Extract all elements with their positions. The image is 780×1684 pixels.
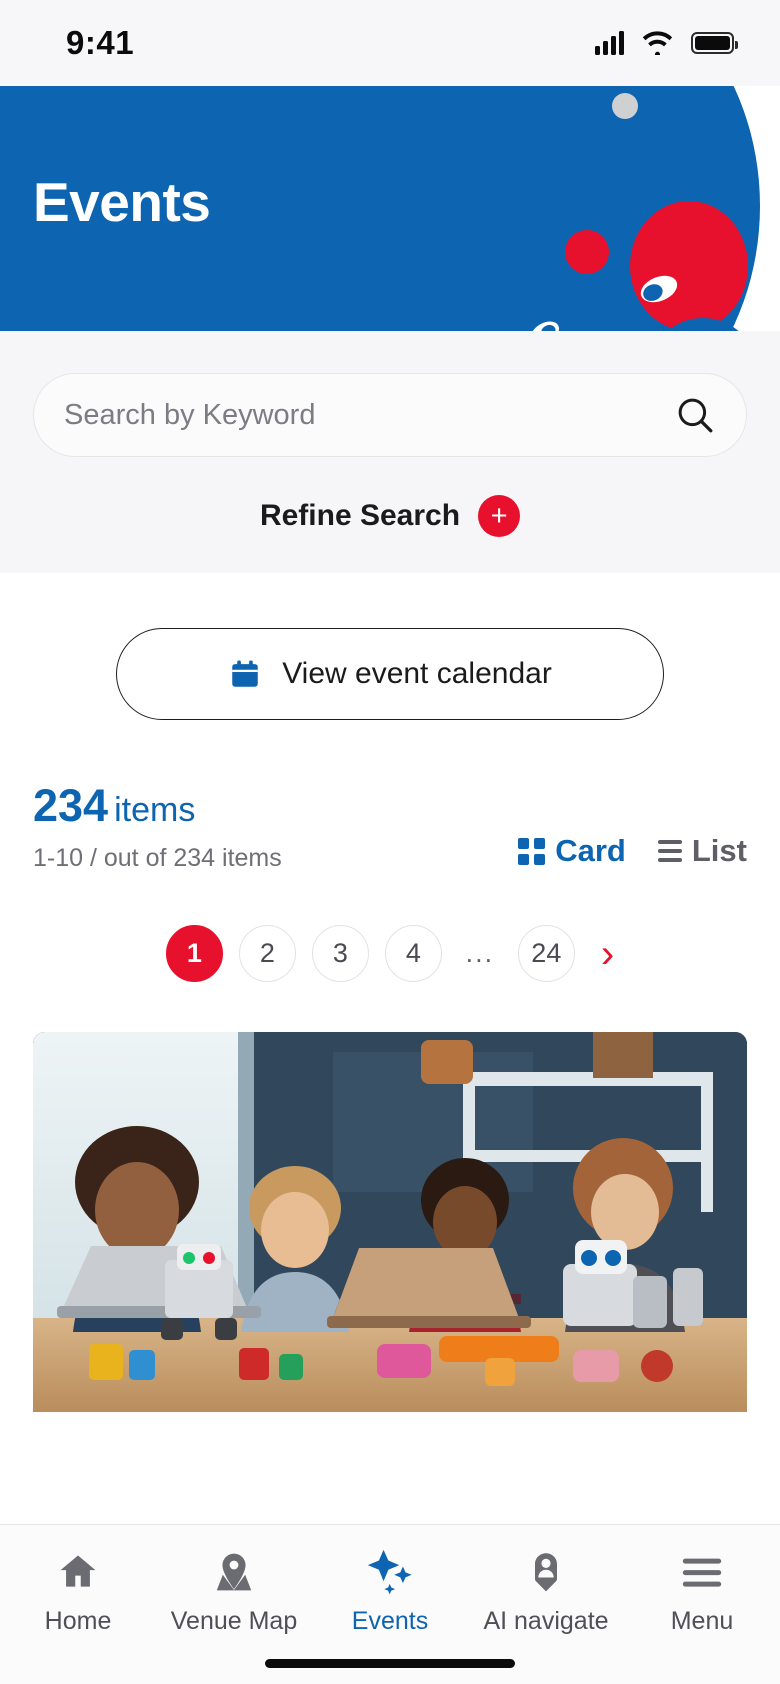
hamburger-menu-icon: [679, 1547, 725, 1597]
battery-icon: [691, 32, 738, 54]
cellular-signal-icon: [595, 31, 624, 55]
home-icon: [56, 1547, 100, 1597]
grid-icon: [518, 837, 546, 865]
main-content: View event calendar 234 items 1-10 / out …: [0, 573, 780, 1684]
decorative-red-dot: [565, 230, 609, 274]
view-event-calendar-label: View event calendar: [282, 657, 552, 690]
refine-search-label: Refine Search: [259, 499, 461, 532]
view-toggle-group: Card List: [518, 833, 747, 873]
pagination-page-1[interactable]: 1: [165, 925, 223, 982]
calendar-icon: [232, 660, 258, 687]
pagination: 1 2 3 4 ... 24 ›: [33, 925, 747, 982]
view-toggle-list-label: List: [691, 833, 747, 868]
person-pin-icon: [524, 1547, 568, 1597]
view-toggle-card-label: Card: [555, 833, 626, 868]
nav-item-home[interactable]: Home: [0, 1547, 156, 1636]
plus-icon[interactable]: +: [478, 495, 521, 537]
view-event-calendar-button[interactable]: View event calendar: [116, 628, 664, 720]
pagination-page-4[interactable]: 4: [384, 925, 442, 982]
pagination-page-24[interactable]: 24: [517, 925, 575, 982]
nav-label-events: Events: [351, 1607, 429, 1635]
nav-label-venue-map: Venue Map: [170, 1607, 298, 1635]
nav-label-ai-navigate: AI navigate: [483, 1607, 609, 1635]
refine-search-button[interactable]: Refine Search +: [33, 495, 747, 537]
wifi-icon: [642, 31, 673, 55]
nav-item-menu[interactable]: Menu: [624, 1547, 780, 1636]
app-screen: 9:41 Events Search by Keyword Refine Sea…: [0, 0, 780, 1684]
home-indicator: [265, 1659, 515, 1668]
nav-item-events[interactable]: Events: [312, 1547, 468, 1636]
nav-item-ai-navigate[interactable]: AI navigate: [468, 1547, 624, 1636]
nav-item-venue-map[interactable]: Venue Map: [156, 1547, 312, 1636]
pagination-page-3[interactable]: 3: [311, 925, 369, 982]
stars-icon: [364, 1547, 416, 1597]
view-toggle-card[interactable]: Card: [518, 833, 626, 869]
nav-label-menu: Menu: [670, 1607, 734, 1635]
list-icon: [652, 840, 682, 862]
decorative-gray-dot: [612, 93, 638, 119]
search-icon[interactable]: [674, 394, 716, 436]
map-pin-icon: [212, 1547, 256, 1597]
decorative-red-blob: [630, 201, 748, 331]
hero-banner: Events: [0, 86, 780, 331]
results-count-word: items: [114, 791, 196, 829]
pagination-ellipsis: ...: [465, 938, 495, 968]
results-count: 234: [33, 780, 109, 831]
pagination-page-2[interactable]: 2: [238, 925, 296, 982]
pagination-next-icon[interactable]: ›: [601, 934, 614, 974]
status-time: 9:41: [66, 24, 135, 61]
page-title: Events: [33, 171, 211, 233]
status-bar: 9:41: [0, 0, 780, 86]
results-count-block: 234 items 1-10 / out of 234 items: [33, 783, 282, 873]
view-toggle-list[interactable]: List: [652, 833, 747, 869]
results-range: 1-10 / out of 234 items: [33, 844, 282, 872]
results-count-line: 234 items: [33, 783, 282, 830]
results-summary-row: 234 items 1-10 / out of 234 items Card Li…: [33, 783, 747, 873]
search-section: Refine Search +: [0, 331, 780, 573]
event-card-image[interactable]: [33, 1032, 747, 1412]
search-bar[interactable]: [33, 373, 747, 457]
event-photo: [33, 1032, 747, 1412]
search-input[interactable]: [64, 398, 674, 432]
status-icons: [595, 31, 738, 55]
nav-label-home: Home: [44, 1607, 112, 1635]
